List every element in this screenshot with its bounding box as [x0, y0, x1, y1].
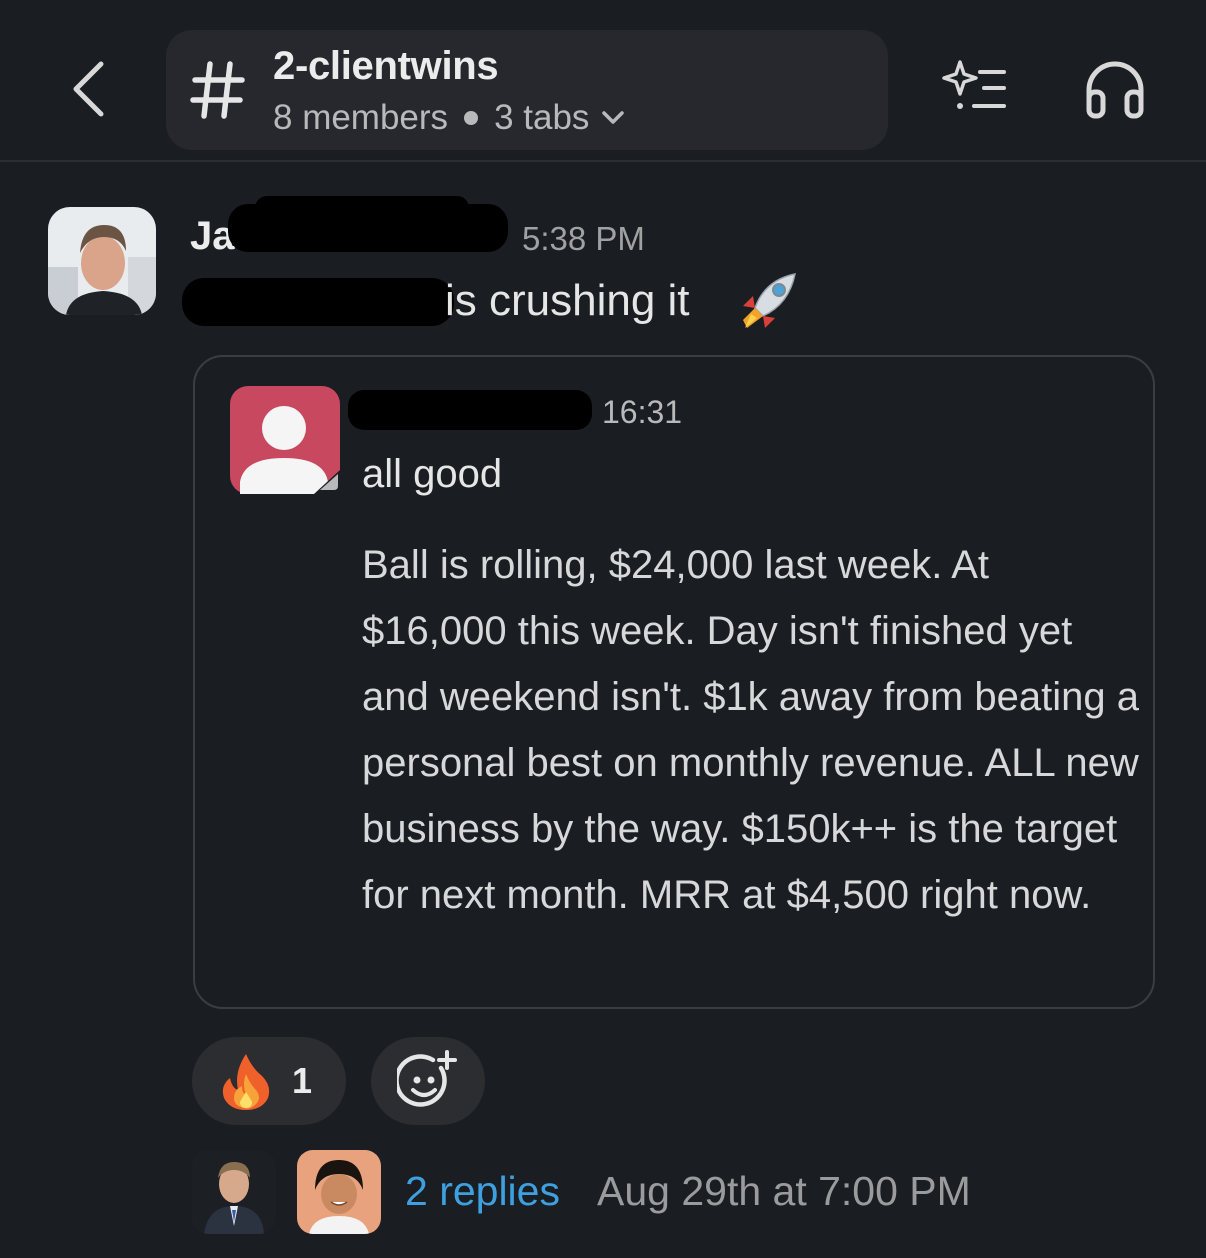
- add-reaction-button[interactable]: [371, 1037, 485, 1125]
- shared-message-time: 16:31: [602, 394, 683, 430]
- reply-avatar[interactable]: [297, 1150, 381, 1234]
- tab-count: 3 tabs: [494, 98, 590, 137]
- back-button[interactable]: [58, 55, 118, 123]
- headphones-icon[interactable]: [1083, 58, 1147, 120]
- shared-message-body: Ball is rolling, $24,000 last week. At $…: [362, 543, 1139, 917]
- shared-message-title: all good: [362, 452, 503, 496]
- redaction-mark: [348, 390, 592, 430]
- reply-avatar[interactable]: [192, 1150, 276, 1234]
- add-emoji-icon: [397, 1050, 457, 1107]
- redaction-mark: [255, 196, 469, 220]
- message-text: is crushing it: [445, 276, 690, 325]
- member-count: 8 members: [273, 98, 449, 137]
- message-timestamp[interactable]: 5:38 PM: [522, 220, 645, 258]
- separator-dot: [464, 111, 479, 125]
- channel-meta[interactable]: 8 members 3 tabs: [273, 98, 625, 138]
- back-chevron-icon: [73, 61, 104, 117]
- hash-icon: [190, 61, 245, 119]
- slack-channel-screen: 2-clientwins 8 members 3 tabs Ja 5:38 PM…: [0, 0, 1206, 1258]
- reaction-count: 1: [292, 1060, 313, 1101]
- author-avatar[interactable]: [48, 207, 156, 315]
- fire-emoji-icon: [222, 1054, 270, 1110]
- fire-reaction-button[interactable]: 1: [192, 1037, 346, 1125]
- default-user-avatar-icon: [230, 386, 340, 494]
- header-divider: [0, 160, 1206, 162]
- channel-header: 2-clientwins 8 members 3 tabs: [0, 0, 1206, 160]
- chevron-down-icon: [602, 111, 625, 124]
- thread-last-reply-date: Aug 29th at 7:00 PM: [597, 1168, 971, 1214]
- ai-sparkle-list-icon[interactable]: [940, 58, 1010, 118]
- redaction-mark: [182, 278, 454, 326]
- channel-name[interactable]: 2-clientwins: [273, 44, 499, 89]
- thread-replies-link[interactable]: 2 replies: [405, 1168, 560, 1215]
- rocket-emoji-icon: [743, 273, 796, 328]
